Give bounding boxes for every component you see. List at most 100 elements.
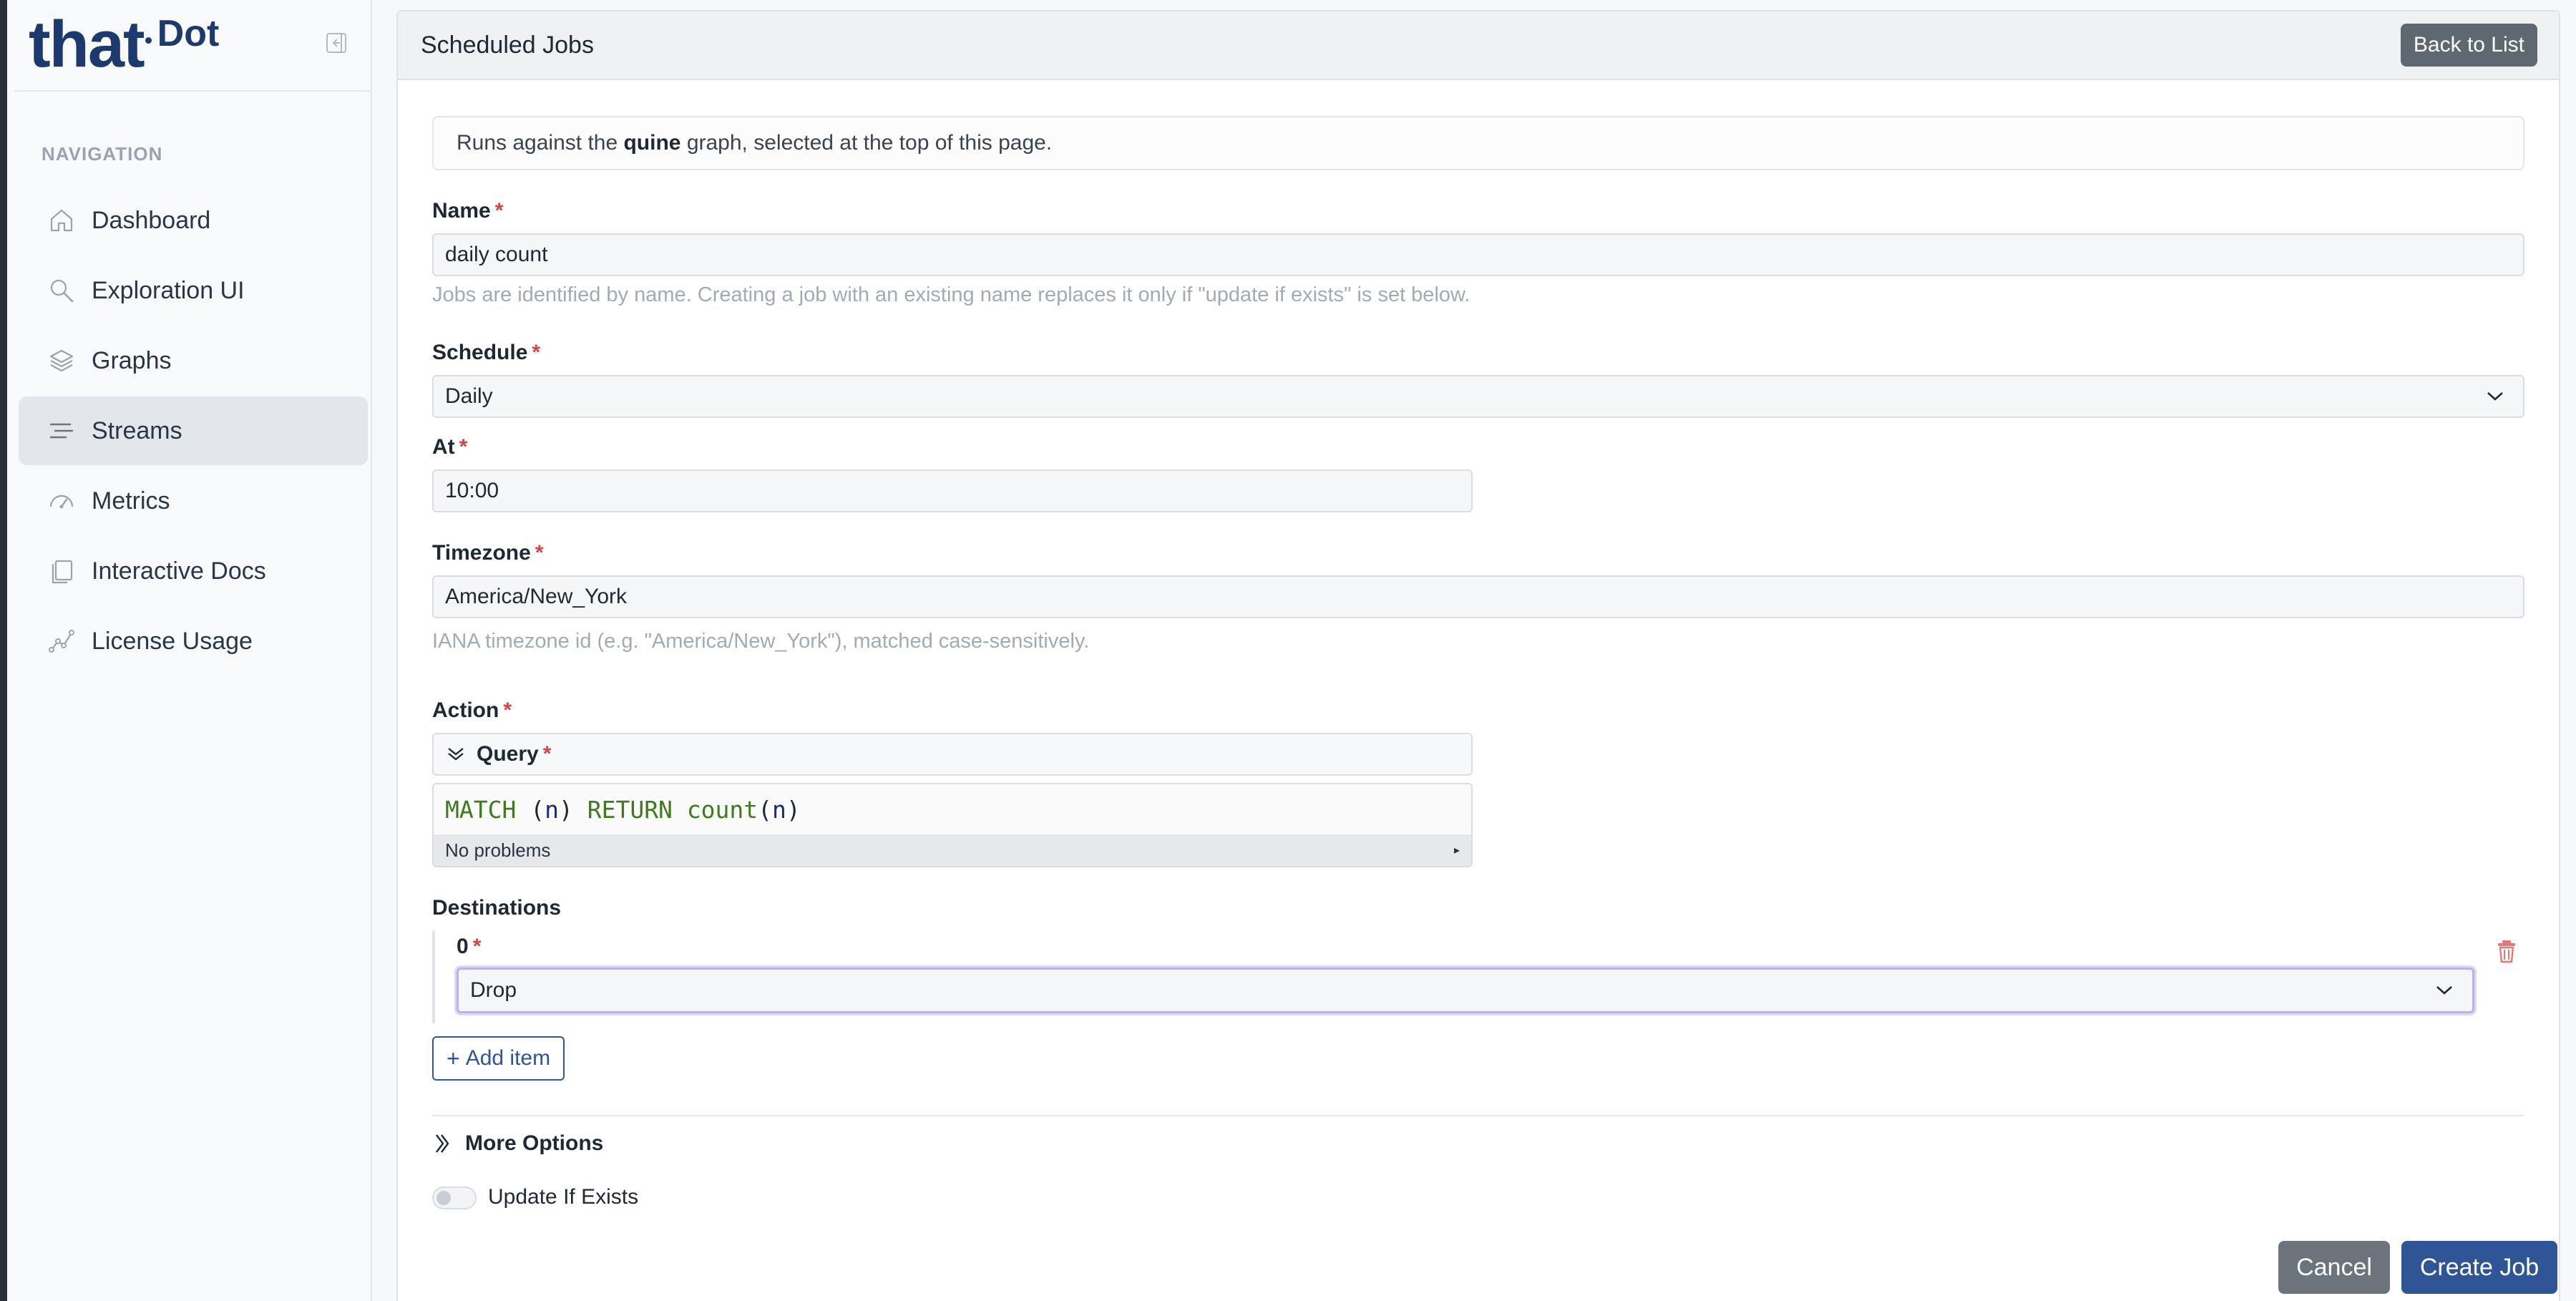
sidebar-item-label: Metrics	[92, 487, 170, 515]
brand-dot-text: Dot	[157, 13, 220, 54]
name-label: Name *	[432, 199, 503, 223]
name-label-text: Name	[432, 199, 491, 223]
timezone-label: Timezone *	[432, 541, 544, 565]
destination-select[interactable]: Drop	[457, 968, 2474, 1013]
sidebar-item-label: Exploration UI	[92, 276, 245, 304]
sidebar-item-exploration-ui[interactable]: Exploration UI	[19, 256, 368, 325]
layers-icon	[46, 345, 77, 376]
query-code: MATCH (n) RETURN count(n)	[445, 796, 801, 824]
docs-icon	[46, 555, 77, 587]
nav-heading: NAVIGATION	[42, 143, 163, 165]
collapse-icon	[326, 33, 346, 53]
problems-expand-icon[interactable]: ▸	[1454, 843, 1460, 857]
sidebar-item-dashboard[interactable]: Dashboard	[19, 186, 368, 255]
update-if-exists-toggle[interactable]	[432, 1187, 477, 1209]
window-edge	[0, 0, 7, 1301]
info-suffix: graph, selected at the top of this page.	[680, 131, 1053, 155]
code-keyword-match: MATCH	[445, 796, 517, 824]
code-paren: (	[758, 796, 773, 824]
collapse-sidebar-button[interactable]	[322, 29, 351, 57]
sidebar-item-label: Dashboard	[92, 206, 211, 234]
chevron-down-icon	[2487, 392, 2503, 401]
info-prefix: Runs against the	[457, 131, 624, 155]
sidebar-item-metrics[interactable]: Metrics	[19, 467, 368, 535]
code-variable: n	[545, 796, 559, 824]
page-title: Scheduled Jobs	[421, 31, 594, 59]
sidebar-item-label: Streams	[92, 416, 182, 444]
required-marker: *	[494, 199, 504, 223]
name-input[interactable]: daily count	[432, 233, 2524, 276]
destination-index: 0	[457, 935, 469, 958]
destinations-label: Destinations	[432, 896, 562, 920]
sidebar-item-interactive-docs[interactable]: Interactive Docs	[19, 537, 368, 605]
timezone-input[interactable]: America/New_York	[432, 575, 2524, 618]
required-marker: *	[535, 541, 544, 565]
add-item-label: Add item	[465, 1046, 551, 1070]
streams-icon	[46, 415, 77, 447]
query-editor[interactable]: MATCH (n) RETURN count(n) No problems ▸	[432, 783, 1473, 867]
add-destination-button[interactable]: + Add item	[432, 1036, 565, 1081]
chevron-double-down-icon	[448, 748, 464, 761]
sidebar-divider	[14, 90, 371, 92]
destinations-group-line	[432, 930, 435, 1023]
brand-logo: that Dot	[29, 9, 219, 80]
gauge-icon	[46, 485, 77, 517]
update-if-exists-label: Update If Exists	[488, 1185, 639, 1209]
action-label-text: Action	[432, 698, 499, 722]
info-graph-name: quine	[623, 131, 681, 155]
chevron-double-right-icon	[436, 1134, 449, 1153]
code-keyword-return: RETURN	[587, 796, 673, 824]
problems-bar: No problems ▸	[434, 834, 1471, 866]
name-help-text: Jobs are identified by name. Creating a …	[432, 283, 1470, 306]
at-label-text: At	[432, 435, 455, 459]
back-to-list-button[interactable]: Back to List	[2400, 24, 2537, 67]
code-variable: n	[772, 796, 786, 824]
destination-value: Drop	[470, 978, 517, 1002]
code-function: count	[686, 796, 758, 824]
brand-dot-mark	[145, 37, 152, 44]
plus-icon: +	[447, 1045, 460, 1071]
timezone-label-text: Timezone	[432, 541, 531, 565]
required-marker: *	[503, 698, 512, 722]
code-paren: )	[786, 796, 801, 824]
search-icon	[46, 275, 77, 306]
nav-list: Dashboard Exploration UI Graphs Streams …	[19, 186, 368, 677]
destination-index-label: 0 *	[457, 935, 481, 959]
more-options-label: More Options	[465, 1131, 604, 1155]
scheduled-jobs-panel: Scheduled Jobs Back to List Runs against…	[396, 10, 2560, 1301]
action-label: Action *	[432, 698, 512, 723]
required-marker: *	[542, 742, 552, 766]
required-marker: *	[459, 435, 468, 459]
at-time-input[interactable]: 10:00	[432, 469, 1473, 512]
code-paren: (	[530, 796, 545, 824]
more-options-toggle[interactable]: More Options	[432, 1129, 603, 1158]
sidebar-item-label: Interactive Docs	[92, 557, 266, 585]
sidebar-item-label: Graphs	[92, 346, 172, 374]
trash-icon[interactable]	[2496, 939, 2517, 963]
chart-line-icon	[46, 625, 77, 657]
section-divider	[432, 1115, 2524, 1116]
schedule-label-text: Schedule	[432, 341, 528, 364]
sidebar-item-graphs[interactable]: Graphs	[19, 326, 368, 395]
brand-that-text: that	[29, 8, 145, 81]
sidebar-item-license-usage[interactable]: License Usage	[19, 607, 368, 676]
home-icon	[46, 205, 77, 236]
sidebar: that Dot NAVIGATION Dashboard Exploratio…	[7, 0, 372, 1301]
sidebar-item-streams[interactable]: Streams	[19, 396, 368, 465]
at-label: At *	[432, 435, 467, 459]
panel-header: Scheduled Jobs Back to List	[398, 11, 2559, 80]
required-marker: *	[532, 341, 541, 364]
problems-text: No problems	[445, 839, 551, 861]
schedule-select[interactable]: Daily	[432, 375, 2524, 418]
query-section-toggle[interactable]: Query *	[432, 733, 1473, 776]
create-job-button[interactable]: Create Job	[2401, 1241, 2557, 1294]
cancel-button[interactable]: Cancel	[2278, 1241, 2390, 1294]
toggle-knob	[436, 1191, 451, 1205]
required-marker: *	[472, 935, 482, 958]
schedule-label: Schedule *	[432, 341, 540, 365]
timezone-help-text: IANA timezone id (e.g. "America/New_York…	[432, 630, 1090, 653]
code-paren: )	[558, 796, 573, 824]
query-label: Query	[477, 742, 539, 766]
chevron-down-icon	[2436, 986, 2452, 995]
sidebar-item-label: License Usage	[92, 627, 253, 655]
